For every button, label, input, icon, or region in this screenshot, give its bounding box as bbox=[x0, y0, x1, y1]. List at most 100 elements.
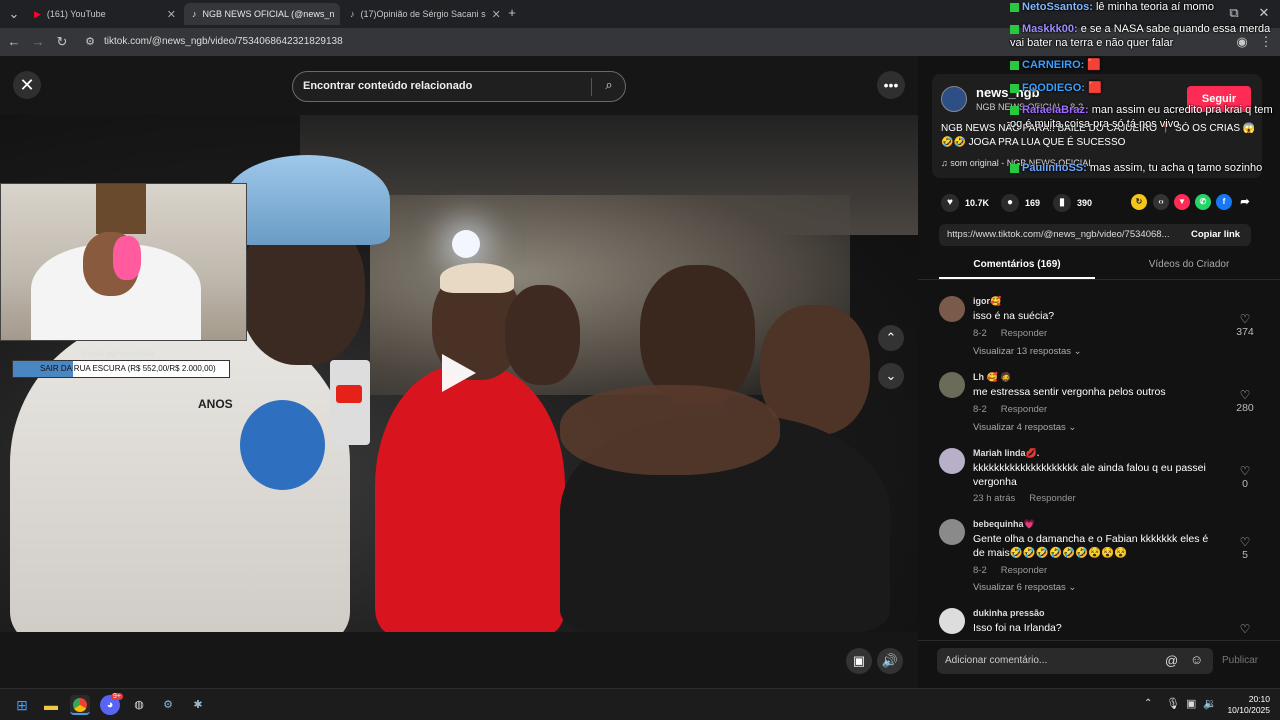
comment-like[interactable]: ♡ 374 bbox=[1229, 312, 1261, 338]
comment-item: dukinha pressão Isso foi na Irlanda? ♡ bbox=[939, 608, 1259, 636]
mention-icon[interactable]: @ bbox=[1165, 653, 1178, 668]
comment-username[interactable]: bebequinha💗 bbox=[973, 519, 1035, 530]
tab-tiktok-second[interactable]: ♪ (17)Opinião de Sérgio Sacani s ✕ bbox=[342, 3, 500, 25]
comment-item: igor🥰 isso é na suécia? 8-2 Responder Vis… bbox=[939, 296, 1259, 362]
heart-icon: ♥ bbox=[941, 194, 959, 212]
comment-meta: 8-2 Responder bbox=[973, 565, 1048, 576]
view-replies-button[interactable]: Visualizar 4 respostas ⌄ bbox=[973, 422, 1076, 433]
forward-icon[interactable]: → bbox=[30, 34, 46, 50]
reload-icon[interactable]: ↻ bbox=[54, 34, 70, 50]
publish-button[interactable]: Publicar bbox=[1222, 655, 1258, 666]
close-viewer-button[interactable]: ✕ bbox=[13, 71, 41, 99]
whatsapp-icon[interactable]: ✆ bbox=[1195, 194, 1211, 210]
chat-badge-icon bbox=[1010, 105, 1019, 115]
heart-outline-icon: ♡ bbox=[1239, 535, 1251, 549]
chat-message: CARNEIRO: 🟥 bbox=[1010, 58, 1278, 72]
next-video-button[interactable]: ⌄ bbox=[878, 363, 904, 389]
windows-start-icon[interactable]: ⊞ bbox=[12, 695, 32, 715]
view-replies-button[interactable]: Visualizar 6 respostas ⌄ bbox=[973, 582, 1076, 593]
comment-meta: 23 h atrás Responder bbox=[973, 493, 1076, 504]
tiktok-icon: ♪ bbox=[192, 9, 197, 19]
file-explorer-icon[interactable]: ▬ bbox=[41, 695, 61, 715]
close-tab-icon[interactable]: ✕ bbox=[492, 8, 500, 21]
repost-icon[interactable]: ↻ bbox=[1131, 194, 1147, 210]
comment-username[interactable]: dukinha pressão bbox=[973, 608, 1045, 618]
comment-like[interactable]: ♡ 280 bbox=[1229, 388, 1261, 414]
tab-youtube[interactable]: ▶ (161) YouTube ✕ bbox=[26, 3, 184, 25]
reply-button[interactable]: Responder bbox=[1001, 565, 1047, 576]
tab-divider bbox=[918, 279, 1280, 280]
comment-username[interactable]: Lh 🥰 🧔 bbox=[973, 372, 1011, 383]
save-stat[interactable]: ▮ 390 bbox=[1053, 194, 1092, 212]
facebook-icon[interactable]: f bbox=[1216, 194, 1232, 210]
commenter-avatar[interactable] bbox=[939, 372, 965, 398]
comment-stat[interactable]: ● 169 bbox=[1001, 194, 1040, 212]
youtube-icon: ▶ bbox=[34, 8, 41, 19]
emoji-icon[interactable]: ☺ bbox=[1190, 652, 1203, 667]
chrome-icon[interactable] bbox=[70, 695, 90, 715]
play-icon[interactable] bbox=[442, 354, 476, 392]
comment-text: isso é na suécia? bbox=[973, 310, 1055, 322]
tab-comments[interactable]: Comentários (169) bbox=[939, 259, 1095, 270]
microphone-icon[interactable]: 🎙 bbox=[1166, 697, 1180, 710]
heart-outline-icon: ♡ bbox=[1239, 388, 1251, 402]
reply-button[interactable]: Responder bbox=[1001, 328, 1047, 339]
reporter-cap bbox=[225, 155, 390, 245]
site-info-icon[interactable]: ⚙ bbox=[82, 34, 98, 50]
commenter-avatar[interactable] bbox=[939, 296, 965, 322]
comment-username[interactable]: igor🥰 bbox=[973, 296, 1001, 307]
commenter-avatar[interactable] bbox=[939, 608, 965, 634]
creator-avatar[interactable] bbox=[941, 86, 967, 112]
miniplayer-button[interactable]: ▣ bbox=[846, 648, 872, 674]
tab-creator-videos[interactable]: Vídeos do Criador bbox=[1111, 259, 1267, 270]
chat-badge-icon bbox=[1010, 24, 1019, 34]
reply-button[interactable]: Responder bbox=[1029, 493, 1075, 504]
embed-icon[interactable]: ‹› bbox=[1153, 194, 1169, 210]
view-replies-button[interactable]: Visualizar 13 respostas ⌄ bbox=[973, 346, 1082, 357]
close-tab-icon[interactable]: ✕ bbox=[167, 8, 176, 21]
donation-link: livepix.gg/moraismia bbox=[82, 349, 155, 358]
comment-placeholder: Adicionar comentário... bbox=[945, 655, 1048, 666]
comment-like[interactable]: ♡ 0 bbox=[1229, 464, 1261, 490]
like-stat[interactable]: ♥ 10.7K bbox=[941, 194, 989, 212]
copy-link-button[interactable]: Copiar link bbox=[1191, 229, 1240, 240]
comment-like[interactable]: ♡ bbox=[1229, 622, 1259, 636]
volume-button[interactable]: 🔊 bbox=[877, 648, 903, 674]
chat-message: NetoSsantos: lê minha teoria aí momo bbox=[1010, 0, 1278, 14]
back-icon[interactable]: ← bbox=[6, 34, 22, 50]
tab-tiktok-active[interactable]: ♪ NGB NEWS OFICIAL (@news_n ✕ bbox=[184, 3, 340, 25]
steam-icon[interactable]: ⚙ bbox=[158, 695, 178, 715]
chat-message: Maskkk00: e se a NASA sabe quando essa m… bbox=[1010, 23, 1271, 49]
network-icon[interactable]: ▣ bbox=[1186, 697, 1196, 710]
send-icon[interactable]: ▼ bbox=[1174, 194, 1190, 210]
person-head bbox=[640, 265, 755, 405]
related-search-input[interactable]: Encontrar conteúdo relacionado ⌕ bbox=[292, 71, 626, 102]
chat-badge-icon bbox=[1010, 60, 1019, 70]
tab-list-icon[interactable]: ⌄ bbox=[6, 6, 22, 22]
comment-like[interactable]: ♡ 5 bbox=[1229, 535, 1261, 561]
comment-meta: 8-2 Responder bbox=[973, 328, 1048, 339]
comment-text: kkkkkkkkkkkkkkkkkkkk ale ainda falou q e… bbox=[973, 462, 1206, 488]
share-arrow-icon[interactable]: ➦ bbox=[1237, 194, 1253, 210]
url-field[interactable]: tiktok.com/@news_ngb/video/7534068642321… bbox=[104, 36, 343, 47]
comment-username[interactable]: Mariah linda💋. bbox=[973, 448, 1039, 459]
comment-input[interactable]: Adicionar comentário... @ ☺ bbox=[937, 648, 1213, 674]
tray-overflow-icon[interactable]: ⌃ bbox=[1144, 698, 1152, 709]
comment-text: Gente olha o damancha e o Fabian kkkkkkk… bbox=[973, 533, 1209, 559]
pink-headset bbox=[113, 236, 141, 280]
reply-button[interactable]: Responder bbox=[1001, 404, 1047, 415]
comment-item: Lh 🥰 🧔 me estressa sentir vergonha pelos… bbox=[939, 372, 1259, 438]
commenter-avatar[interactable] bbox=[939, 519, 965, 545]
settings-icon[interactable]: ✱ bbox=[188, 695, 208, 715]
commenter-avatar[interactable] bbox=[939, 448, 965, 474]
system-clock[interactable]: 20:10 10/10/2025 bbox=[1226, 694, 1270, 716]
app-icon[interactable]: ◍ bbox=[129, 695, 149, 715]
goal-label: SAIR DA RUA ESCURA (R$ 552,00/R$ 2.000,0… bbox=[40, 364, 216, 373]
previous-video-button[interactable]: ⌃ bbox=[878, 325, 904, 351]
volume-icon[interactable]: 🔉 bbox=[1203, 697, 1217, 710]
search-icon[interactable]: ⌕ bbox=[599, 77, 619, 97]
streamer-webcam bbox=[0, 183, 247, 341]
new-tab-icon[interactable]: + bbox=[504, 5, 520, 21]
more-options-button[interactable]: ••• bbox=[877, 71, 905, 99]
chat-badge-icon bbox=[1010, 83, 1019, 93]
